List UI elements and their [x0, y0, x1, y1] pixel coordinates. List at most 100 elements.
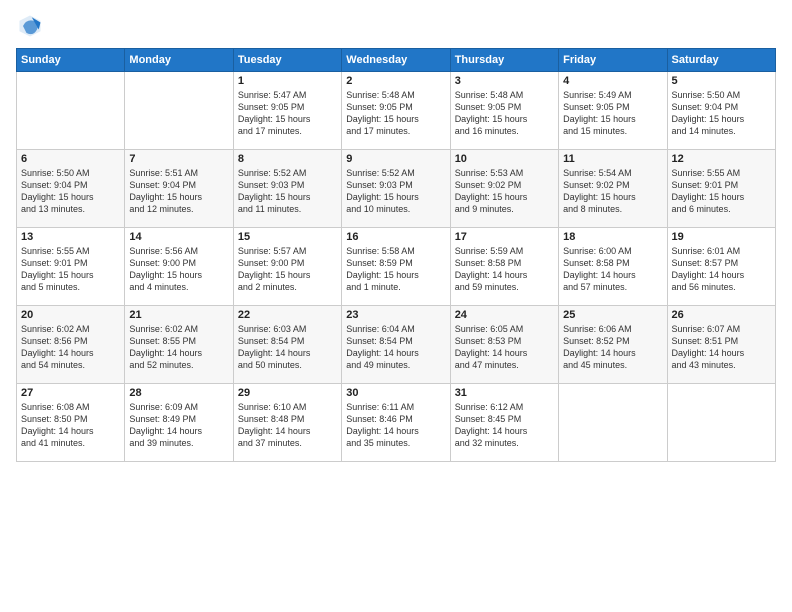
calendar-cell: 1 Sunrise: 5:47 AM Sunset: 9:05 PM Daylig… — [233, 72, 341, 150]
calendar-cell: 18Sunrise: 6:00 AM Sunset: 8:58 PM Dayli… — [559, 228, 667, 306]
calendar-cell: 12Sunrise: 5:55 AM Sunset: 9:01 PM Dayli… — [667, 150, 775, 228]
calendar-cell: 4 Sunrise: 5:49 AM Sunset: 9:05 PM Daylig… — [559, 72, 667, 150]
calendar-cell: 23 Sunrise: 6:04 AM Sunset: 8:54 PM Dayli… — [342, 306, 450, 384]
day-info: Sunrise: 5:50 AM Sunset: 9:04 PM Dayligh… — [21, 167, 120, 216]
day-info: Sunrise: 6:07 AM Sunset: 8:51 PM Dayligh… — [672, 323, 771, 372]
day-info: Sunrise: 5:54 AM Sunset: 9:02 PM Dayligh… — [563, 167, 662, 216]
weekday-header: Monday — [125, 49, 233, 72]
day-info: Sunrise: 6:02 AM Sunset: 8:56 PM Dayligh… — [21, 323, 120, 372]
day-number: 6 — [21, 153, 120, 165]
day-info: Sunrise: 5:59 AM Sunset: 8:58 PM Dayligh… — [455, 245, 554, 294]
day-number: 10 — [455, 153, 554, 165]
day-number: 27 — [21, 387, 120, 399]
calendar-cell: 7 Sunrise: 5:51 AM Sunset: 9:04 PM Daylig… — [125, 150, 233, 228]
calendar-cell: 30 Sunrise: 6:11 AM Sunset: 8:46 PM Dayli… — [342, 384, 450, 462]
day-number: 26 — [672, 309, 771, 321]
day-info: Sunrise: 5:49 AM Sunset: 9:05 PM Dayligh… — [563, 89, 662, 138]
day-number: 3 — [455, 75, 554, 87]
calendar-cell: 10 Sunrise: 5:53 AM Sunset: 9:02 PM Dayli… — [450, 150, 558, 228]
day-info: Sunrise: 6:05 AM Sunset: 8:53 PM Dayligh… — [455, 323, 554, 372]
calendar-cell: 13 Sunrise: 5:55 AM Sunset: 9:01 PM Dayli… — [17, 228, 125, 306]
day-number: 25 — [563, 309, 662, 321]
day-info: Sunrise: 6:11 AM Sunset: 8:46 PM Dayligh… — [346, 401, 445, 450]
calendar-cell: 8 Sunrise: 5:52 AM Sunset: 9:03 PM Daylig… — [233, 150, 341, 228]
calendar-cell: 19Sunrise: 6:01 AM Sunset: 8:57 PM Dayli… — [667, 228, 775, 306]
day-number: 22 — [238, 309, 337, 321]
day-info: Sunrise: 5:56 AM Sunset: 9:00 PM Dayligh… — [129, 245, 228, 294]
day-info: Sunrise: 5:55 AM Sunset: 9:01 PM Dayligh… — [21, 245, 120, 294]
day-info: Sunrise: 5:47 AM Sunset: 9:05 PM Dayligh… — [238, 89, 337, 138]
calendar-header: SundayMondayTuesdayWednesdayThursdayFrid… — [17, 49, 776, 72]
weekday-header: Friday — [559, 49, 667, 72]
day-number: 7 — [129, 153, 228, 165]
calendar-cell: 28 Sunrise: 6:09 AM Sunset: 8:49 PM Dayli… — [125, 384, 233, 462]
day-number: 2 — [346, 75, 445, 87]
day-info: Sunrise: 5:58 AM Sunset: 8:59 PM Dayligh… — [346, 245, 445, 294]
day-number: 4 — [563, 75, 662, 87]
calendar-page: SundayMondayTuesdayWednesdayThursdayFrid… — [0, 0, 792, 612]
calendar-cell: 24 Sunrise: 6:05 AM Sunset: 8:53 PM Dayli… — [450, 306, 558, 384]
day-number: 8 — [238, 153, 337, 165]
day-number: 20 — [21, 309, 120, 321]
day-info: Sunrise: 6:03 AM Sunset: 8:54 PM Dayligh… — [238, 323, 337, 372]
day-info: Sunrise: 5:55 AM Sunset: 9:01 PM Dayligh… — [672, 167, 771, 216]
weekday-header: Saturday — [667, 49, 775, 72]
day-number: 23 — [346, 309, 445, 321]
day-info: Sunrise: 6:00 AM Sunset: 8:58 PM Dayligh… — [563, 245, 662, 294]
calendar-cell: 5 Sunrise: 5:50 AM Sunset: 9:04 PM Daylig… — [667, 72, 775, 150]
calendar-cell: 25 Sunrise: 6:06 AM Sunset: 8:52 PM Dayli… — [559, 306, 667, 384]
day-info: Sunrise: 6:02 AM Sunset: 8:55 PM Dayligh… — [129, 323, 228, 372]
day-info: Sunrise: 5:50 AM Sunset: 9:04 PM Dayligh… — [672, 89, 771, 138]
day-number: 28 — [129, 387, 228, 399]
header — [16, 12, 776, 40]
day-info: Sunrise: 5:57 AM Sunset: 9:00 PM Dayligh… — [238, 245, 337, 294]
day-info: Sunrise: 6:10 AM Sunset: 8:48 PM Dayligh… — [238, 401, 337, 450]
weekday-header: Sunday — [17, 49, 125, 72]
day-number: 15 — [238, 231, 337, 243]
calendar-cell: 20 Sunrise: 6:02 AM Sunset: 8:56 PM Dayli… — [17, 306, 125, 384]
calendar-cell: 9Sunrise: 5:52 AM Sunset: 9:03 PM Daylig… — [342, 150, 450, 228]
day-number: 16 — [346, 231, 445, 243]
day-info: Sunrise: 6:06 AM Sunset: 8:52 PM Dayligh… — [563, 323, 662, 372]
day-number: 11 — [563, 153, 662, 165]
calendar-cell — [667, 384, 775, 462]
day-info: Sunrise: 6:01 AM Sunset: 8:57 PM Dayligh… — [672, 245, 771, 294]
day-info: Sunrise: 5:48 AM Sunset: 9:05 PM Dayligh… — [346, 89, 445, 138]
day-info: Sunrise: 6:09 AM Sunset: 8:49 PM Dayligh… — [129, 401, 228, 450]
calendar-cell: 26 Sunrise: 6:07 AM Sunset: 8:51 PM Dayli… — [667, 306, 775, 384]
day-info: Sunrise: 6:04 AM Sunset: 8:54 PM Dayligh… — [346, 323, 445, 372]
calendar-cell: 11 Sunrise: 5:54 AM Sunset: 9:02 PM Dayli… — [559, 150, 667, 228]
day-info: Sunrise: 5:48 AM Sunset: 9:05 PM Dayligh… — [455, 89, 554, 138]
day-number: 24 — [455, 309, 554, 321]
calendar-cell: 21 Sunrise: 6:02 AM Sunset: 8:55 PM Dayli… — [125, 306, 233, 384]
calendar-cell: 14Sunrise: 5:56 AM Sunset: 9:00 PM Dayli… — [125, 228, 233, 306]
day-number: 5 — [672, 75, 771, 87]
day-info: Sunrise: 5:52 AM Sunset: 9:03 PM Dayligh… — [238, 167, 337, 216]
calendar-cell: 31 Sunrise: 6:12 AM Sunset: 8:45 PM Dayli… — [450, 384, 558, 462]
day-info: Sunrise: 5:51 AM Sunset: 9:04 PM Dayligh… — [129, 167, 228, 216]
day-info: Sunrise: 6:08 AM Sunset: 8:50 PM Dayligh… — [21, 401, 120, 450]
calendar-cell: 17 Sunrise: 5:59 AM Sunset: 8:58 PM Dayli… — [450, 228, 558, 306]
weekday-header: Tuesday — [233, 49, 341, 72]
calendar-cell: 27 Sunrise: 6:08 AM Sunset: 8:50 PM Dayli… — [17, 384, 125, 462]
calendar-cell: 15 Sunrise: 5:57 AM Sunset: 9:00 PM Dayli… — [233, 228, 341, 306]
weekday-header: Wednesday — [342, 49, 450, 72]
weekday-header: Thursday — [450, 49, 558, 72]
calendar-cell: 22 Sunrise: 6:03 AM Sunset: 8:54 PM Dayli… — [233, 306, 341, 384]
calendar-cell — [559, 384, 667, 462]
day-number: 13 — [21, 231, 120, 243]
day-number: 1 — [238, 75, 337, 87]
day-number: 30 — [346, 387, 445, 399]
calendar-cell: 16 Sunrise: 5:58 AM Sunset: 8:59 PM Dayli… — [342, 228, 450, 306]
day-info: Sunrise: 5:53 AM Sunset: 9:02 PM Dayligh… — [455, 167, 554, 216]
day-number: 9 — [346, 153, 445, 165]
logo — [16, 12, 48, 40]
day-info: Sunrise: 6:12 AM Sunset: 8:45 PM Dayligh… — [455, 401, 554, 450]
day-number: 21 — [129, 309, 228, 321]
calendar-cell: 29Sunrise: 6:10 AM Sunset: 8:48 PM Dayli… — [233, 384, 341, 462]
day-number: 31 — [455, 387, 554, 399]
calendar-cell: 3 Sunrise: 5:48 AM Sunset: 9:05 PM Daylig… — [450, 72, 558, 150]
calendar-cell — [17, 72, 125, 150]
day-number: 17 — [455, 231, 554, 243]
logo-icon — [16, 12, 44, 40]
